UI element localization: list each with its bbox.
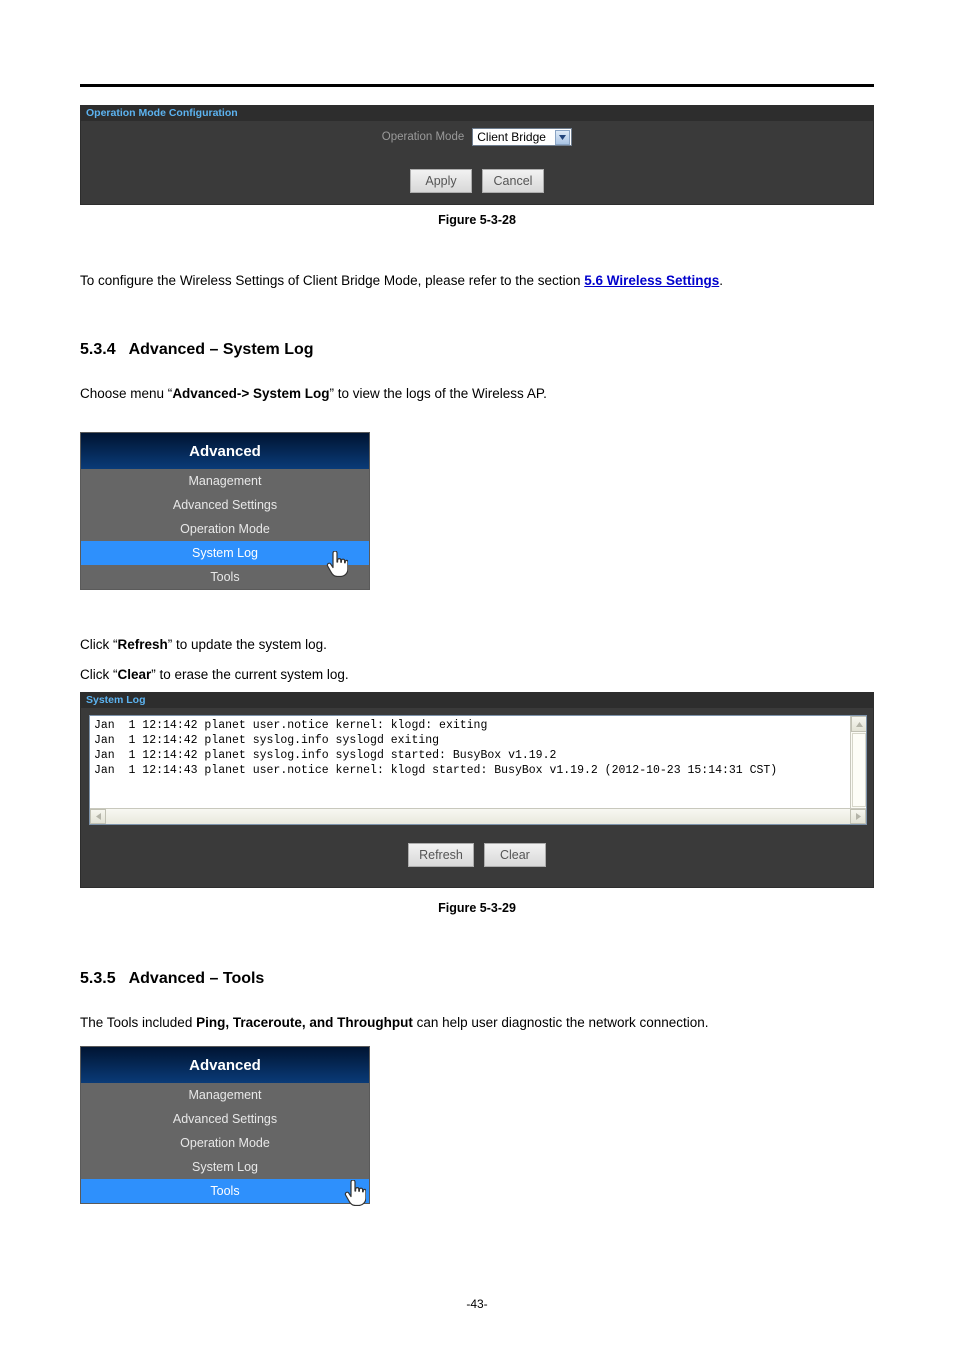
paragraph-refer-wireless-settings: To configure the Wireless Settings of Cl… <box>80 272 723 290</box>
figure-caption-5-3-29: Figure 5-3-29 <box>438 901 516 915</box>
paragraph-choose-menu-system-log: Choose menu “Advanced-> System Log” to v… <box>80 385 547 403</box>
sidebar-item-management[interactable]: Management <box>81 469 369 493</box>
panel-title-system-log: System Log <box>81 693 873 708</box>
refresh-text-after: ” to update the system log. <box>167 637 327 652</box>
operation-mode-row: Operation Mode Client Bridge <box>81 128 873 146</box>
choose-menu-after: ” to view the logs of the Wireless AP. <box>329 386 547 401</box>
choose-menu-before: Choose menu “ <box>80 386 173 401</box>
system-log-line: Jan 1 12:14:43 planet user.notice kernel… <box>94 764 778 777</box>
operation-mode-select[interactable]: Client Bridge <box>472 128 573 146</box>
system-log-line: Jan 1 12:14:42 planet syslog.info syslog… <box>94 749 557 762</box>
refer-text-after: . <box>719 273 723 288</box>
system-log-line: Jan 1 12:14:42 planet user.notice kernel… <box>94 719 488 732</box>
page-header-rule <box>80 84 874 87</box>
section-number-5-3-4: 5.3.4 <box>80 341 116 358</box>
sidebar-item-operation-mode[interactable]: Operation Mode <box>81 1131 369 1155</box>
section-title-5-3-5: Advanced – Tools <box>128 970 265 987</box>
tools-keywords: Ping, Traceroute, and Throughput <box>196 1015 413 1030</box>
clear-button[interactable]: Clear <box>483 843 546 867</box>
tools-text-before: The Tools included <box>80 1015 197 1030</box>
system-log-button-row: Refresh Clear <box>81 843 873 867</box>
section-title-5-3-4: Advanced – System Log <box>128 341 314 358</box>
refresh-button[interactable]: Refresh <box>408 843 474 867</box>
section-heading-5-3-5: 5.3.5 Advanced – Tools <box>80 970 264 988</box>
clear-text-before: Click “ <box>80 667 118 682</box>
operation-mode-configuration-panel: Operation Mode Configuration Operation M… <box>80 105 874 205</box>
refresh-text-before: Click “ <box>80 637 118 652</box>
operation-mode-selected-value: Client Bridge <box>477 130 546 144</box>
section-number-5-3-5: 5.3.5 <box>80 970 116 987</box>
sidebar-item-management[interactable]: Management <box>81 1083 369 1107</box>
vertical-scrollbar[interactable] <box>850 716 866 810</box>
operation-mode-button-row: Apply Cancel <box>81 169 873 193</box>
scroll-right-icon[interactable] <box>850 809 866 824</box>
hand-cursor-icon <box>326 550 349 578</box>
scroll-up-icon[interactable] <box>851 716 866 732</box>
page-number: -43- <box>466 1297 488 1311</box>
clear-text-after: ” to erase the current system log. <box>151 667 349 682</box>
chevron-down-icon[interactable] <box>555 129 571 145</box>
system-log-panel: System Log Jan 1 12:14:42 planet user.no… <box>80 692 874 888</box>
horizontal-scrollbar[interactable] <box>90 808 866 824</box>
link-5-6-wireless-settings[interactable]: 5.6 Wireless Settings <box>584 273 719 288</box>
nav-menu-header-advanced: Advanced <box>81 1047 369 1083</box>
apply-button[interactable]: Apply <box>410 169 472 193</box>
sidebar-item-operation-mode[interactable]: Operation Mode <box>81 517 369 541</box>
vertical-scrollbar-thumb[interactable] <box>852 733 866 807</box>
paragraph-click-refresh: Click “Refresh” to update the system log… <box>80 636 327 654</box>
refer-text-before: To configure the Wireless Settings of Cl… <box>80 273 585 288</box>
panel-title-operation-mode: Operation Mode Configuration <box>81 106 873 121</box>
operation-mode-label: Operation Mode <box>381 131 465 143</box>
sidebar-item-tools[interactable]: Tools <box>81 1179 369 1203</box>
figure-caption-5-3-28: Figure 5-3-28 <box>438 213 516 227</box>
document-page: Operation Mode Configuration Operation M… <box>0 0 954 1350</box>
system-log-textarea[interactable]: Jan 1 12:14:42 planet user.notice kernel… <box>89 715 867 825</box>
sidebar-item-advanced-settings[interactable]: Advanced Settings <box>81 1107 369 1131</box>
tools-text-after: can help user diagnostic the network con… <box>412 1015 709 1030</box>
scroll-left-icon[interactable] <box>90 809 106 824</box>
clear-keyword: Clear <box>117 667 152 682</box>
refresh-keyword: Refresh <box>117 637 168 652</box>
paragraph-click-clear: Click “Clear” to erase the current syste… <box>80 666 349 684</box>
advanced-nav-menu-tools: Advanced Management Advanced Settings Op… <box>80 1046 370 1204</box>
cancel-button[interactable]: Cancel <box>482 169 544 193</box>
system-log-line: Jan 1 12:14:42 planet syslog.info syslog… <box>94 734 440 747</box>
paragraph-tools-intro: The Tools included Ping, Traceroute, and… <box>80 1014 709 1032</box>
section-heading-5-3-4: 5.3.4 Advanced – System Log <box>80 341 314 359</box>
nav-menu-header-advanced: Advanced <box>81 433 369 469</box>
sidebar-item-advanced-settings[interactable]: Advanced Settings <box>81 493 369 517</box>
hand-cursor-icon <box>344 1179 367 1207</box>
choose-menu-path: Advanced-> System Log <box>172 386 330 401</box>
sidebar-item-system-log[interactable]: System Log <box>81 1155 369 1179</box>
